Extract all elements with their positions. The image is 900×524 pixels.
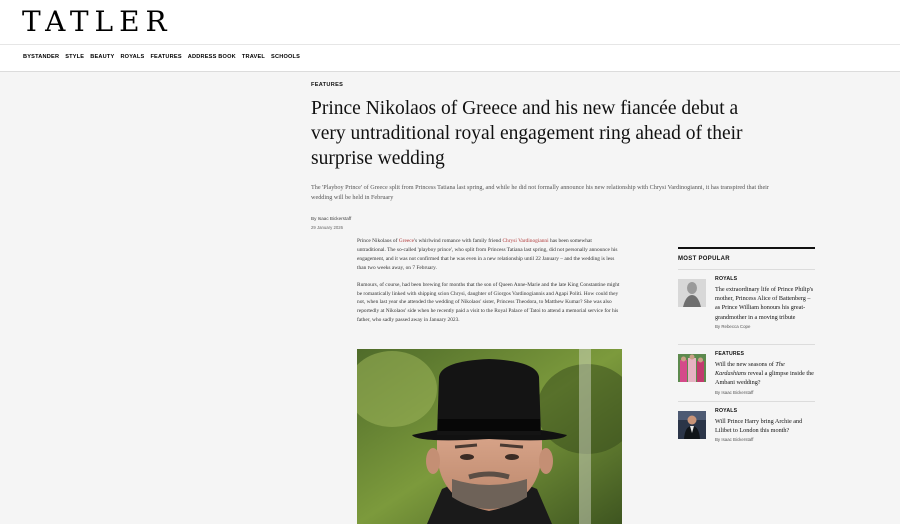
item-category[interactable]: ROYALS: [715, 276, 815, 282]
item-author: By Isaac Bickerstaff: [715, 437, 754, 443]
article-header: FEATURES Prince Nikolaos of Greece and h…: [311, 82, 781, 230]
nav-item-features[interactable]: FEATURES: [150, 54, 181, 60]
chrysi-vardinogianni-link[interactable]: Chrysi Vardinogianni: [502, 238, 548, 244]
item-category[interactable]: ROYALS: [715, 408, 815, 414]
article-date: 29 January 2026: [311, 225, 344, 230]
most-popular-item[interactable]: ROYALS The extraordinary life of Prince …: [678, 269, 815, 344]
item-author: By Rebecca Cope: [715, 323, 751, 329]
most-popular-item[interactable]: ROYALS Will Prince Harry bring Archie an…: [678, 401, 815, 450]
thumbnail-prince-harry[interactable]: [678, 411, 706, 439]
item-title[interactable]: The extraordinary life of Prince Philip'…: [715, 285, 815, 322]
nav-item-royals[interactable]: ROYALS: [120, 54, 144, 60]
nav-item-address-book[interactable]: ADDRESS BOOK: [188, 54, 236, 60]
greece-link[interactable]: Greece: [399, 238, 414, 244]
nav-item-beauty[interactable]: BEAUTY: [90, 54, 114, 60]
article-headline: Prince Nikolaos of Greece and his new fi…: [311, 98, 743, 169]
article-paragraph: Rumours, of course, had been brewing for…: [357, 281, 620, 324]
thumbnail-kardashians[interactable]: [678, 354, 706, 382]
main-navigation: BYSTANDER STYLE BEAUTY ROYALS FEATURES A…: [0, 45, 900, 72]
article-body: Prince Nikolaos of Greece's whirlwind ro…: [357, 237, 622, 333]
nav-item-bystander[interactable]: BYSTANDER: [23, 54, 59, 60]
item-category[interactable]: FEATURES: [715, 351, 815, 357]
most-popular-sidebar: MOST POPULAR ROYALS The extraordinary li…: [678, 247, 815, 450]
article-hero-image: [357, 349, 622, 524]
article-standfirst: The 'Playboy Prince' of Greece split fro…: [311, 184, 769, 201]
item-author: By Isaac Bickerstaff: [715, 389, 754, 395]
nav-item-travel[interactable]: TRAVEL: [242, 54, 265, 60]
most-popular-heading: MOST POPULAR: [678, 247, 815, 269]
most-popular-item[interactable]: FEATURES Will the new seasons of The Kar…: [678, 344, 815, 401]
site-header: TATLER: [0, 0, 900, 45]
article-paragraph: Prince Nikolaos of Greece's whirlwind ro…: [357, 238, 618, 271]
article-byline[interactable]: By Isaac Bickerstaff: [311, 216, 781, 221]
item-title[interactable]: Will the new seasons of The Kardashians …: [715, 360, 815, 388]
thumbnail-princess-alice[interactable]: [678, 279, 706, 307]
tatler-logo[interactable]: TATLER: [22, 5, 173, 38]
nav-item-schools[interactable]: SCHOOLS: [271, 54, 300, 60]
item-title[interactable]: Will Prince Harry bring Archie and Lilib…: [715, 417, 815, 435]
nav-item-style[interactable]: STYLE: [65, 54, 84, 60]
article-category[interactable]: FEATURES: [311, 82, 781, 88]
